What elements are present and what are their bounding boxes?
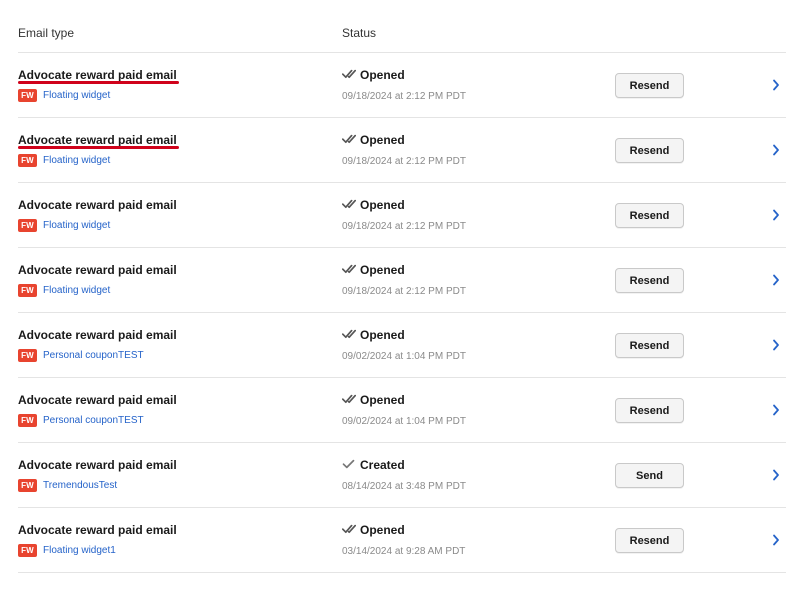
- email-type-title: Advocate reward paid email: [18, 198, 177, 212]
- resend-button[interactable]: Resend: [615, 203, 684, 228]
- status-timestamp: 03/14/2024 at 9:28 AM PDT: [342, 546, 466, 557]
- double-check-icon: [342, 199, 356, 209]
- widget-link[interactable]: Floating widget: [43, 154, 110, 167]
- fw-badge: FW: [18, 414, 37, 427]
- table-row[interactable]: Advocate reward paid email FW Tremendous…: [18, 443, 786, 508]
- resend-button[interactable]: Resend: [615, 268, 684, 293]
- table-row[interactable]: Advocate reward paid email FW Floating w…: [18, 183, 786, 248]
- email-type-title: Advocate reward paid email: [18, 458, 177, 472]
- table-row[interactable]: Advocate reward paid email FW Personal c…: [18, 313, 786, 378]
- widget-link[interactable]: Floating widget: [43, 89, 110, 102]
- fw-badge: FW: [18, 479, 37, 492]
- double-check-icon: [342, 524, 356, 534]
- status-label: Opened: [360, 198, 405, 212]
- chevron-right-icon[interactable]: [772, 144, 780, 156]
- chevron-right-icon[interactable]: [772, 274, 780, 286]
- email-type-title: Advocate reward paid email: [18, 393, 177, 407]
- email-history-table: Email type Status Advocate reward paid e…: [18, 0, 786, 573]
- table-row[interactable]: Advocate reward paid email FW Floating w…: [18, 248, 786, 313]
- status-label: Opened: [360, 328, 405, 342]
- annotation-underline: [18, 146, 179, 149]
- resend-button[interactable]: Resend: [615, 138, 684, 163]
- widget-link[interactable]: Floating widget: [43, 219, 110, 232]
- send-button[interactable]: Send: [615, 463, 684, 488]
- double-check-icon: [342, 329, 356, 339]
- status-timestamp: 09/18/2024 at 2:12 PM PDT: [342, 156, 466, 167]
- chevron-right-icon[interactable]: [772, 209, 780, 221]
- table-row[interactable]: Advocate reward paid email FW Floating w…: [18, 118, 786, 183]
- resend-button[interactable]: Resend: [615, 73, 684, 98]
- widget-link[interactable]: Floating widget1: [43, 544, 116, 557]
- status-label: Opened: [360, 523, 405, 537]
- chevron-right-icon[interactable]: [772, 469, 780, 481]
- chevron-right-icon[interactable]: [772, 79, 780, 91]
- email-type-title: Advocate reward paid email: [18, 328, 177, 342]
- fw-badge: FW: [18, 349, 37, 362]
- double-check-icon: [342, 69, 356, 79]
- email-type-title: Advocate reward paid email: [18, 523, 177, 537]
- status-timestamp: 09/18/2024 at 2:12 PM PDT: [342, 286, 466, 297]
- resend-button[interactable]: Resend: [615, 528, 684, 553]
- status-label: Created: [360, 458, 405, 472]
- widget-link[interactable]: Personal couponTEST: [43, 414, 144, 427]
- resend-button[interactable]: Resend: [615, 398, 684, 423]
- chevron-right-icon[interactable]: [772, 339, 780, 351]
- widget-link[interactable]: TremendousTest: [43, 479, 117, 492]
- table-row[interactable]: Advocate reward paid email FW Floating w…: [18, 53, 786, 118]
- table-row[interactable]: Advocate reward paid email FW Personal c…: [18, 378, 786, 443]
- header-email-type: Email type: [18, 26, 75, 40]
- annotation-underline: [18, 81, 179, 84]
- header-status: Status: [342, 26, 377, 40]
- status-timestamp: 08/14/2024 at 3:48 PM PDT: [342, 481, 466, 492]
- status-timestamp: 09/18/2024 at 2:12 PM PDT: [342, 91, 466, 102]
- fw-badge: FW: [18, 284, 37, 297]
- fw-badge: FW: [18, 544, 37, 557]
- fw-badge: FW: [18, 219, 37, 232]
- table-body: Advocate reward paid email FW Floating w…: [18, 53, 786, 573]
- status-timestamp: 09/02/2024 at 1:04 PM PDT: [342, 416, 466, 427]
- widget-link[interactable]: Personal couponTEST: [43, 349, 144, 362]
- status-label: Opened: [360, 133, 405, 147]
- email-type-title: Advocate reward paid email: [18, 263, 177, 277]
- resend-button[interactable]: Resend: [615, 333, 684, 358]
- fw-badge: FW: [18, 154, 37, 167]
- double-check-icon: [342, 264, 356, 274]
- status-label: Opened: [360, 263, 405, 277]
- status-timestamp: 09/02/2024 at 1:04 PM PDT: [342, 351, 466, 362]
- table-header: Email type Status: [18, 0, 786, 53]
- chevron-right-icon[interactable]: [772, 534, 780, 546]
- chevron-right-icon[interactable]: [772, 404, 780, 416]
- fw-badge: FW: [18, 89, 37, 102]
- table-row[interactable]: Advocate reward paid email FW Floating w…: [18, 508, 786, 573]
- status-label: Opened: [360, 393, 405, 407]
- double-check-icon: [342, 394, 356, 404]
- status-label: Opened: [360, 68, 405, 82]
- email-type-title: Advocate reward paid email: [18, 68, 177, 82]
- double-check-icon: [342, 134, 356, 144]
- email-type-title: Advocate reward paid email: [18, 133, 177, 147]
- widget-link[interactable]: Floating widget: [43, 284, 110, 297]
- status-timestamp: 09/18/2024 at 2:12 PM PDT: [342, 221, 466, 232]
- check-icon: [342, 459, 355, 469]
